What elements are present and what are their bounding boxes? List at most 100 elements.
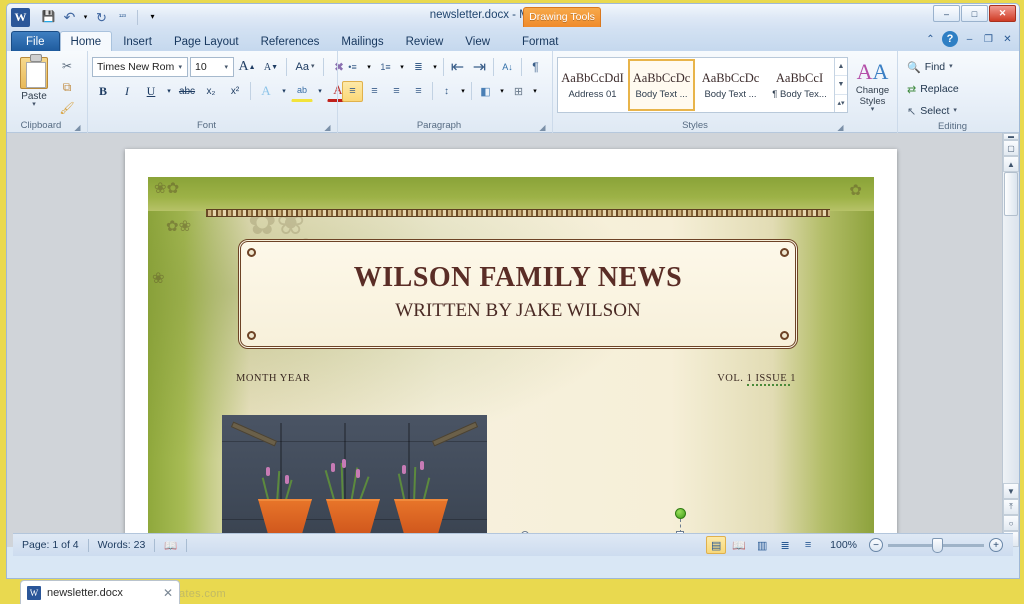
maximize-button[interactable]: □ [961, 5, 988, 22]
help-icon[interactable]: ? [942, 31, 958, 47]
paste-button[interactable]: Paste ▾ [11, 54, 57, 118]
scroll-up-button[interactable]: ▲ [1003, 156, 1019, 172]
change-styles-dropdown-icon[interactable]: ▾ [871, 106, 875, 113]
find-dropdown-icon[interactable]: ▾ [949, 63, 953, 70]
taskbar-tab-close-icon[interactable]: ✕ [163, 586, 173, 600]
change-case-icon[interactable]: Aa ▾ [291, 57, 319, 78]
zoom-thumb[interactable] [932, 537, 943, 553]
numbering-dropdown-icon[interactable]: ▾ [397, 57, 407, 78]
bullets-dropdown-icon[interactable]: ▾ [364, 57, 374, 78]
subscript-icon[interactable]: x₂ [200, 81, 222, 102]
tab-references[interactable]: References [250, 31, 331, 51]
scroll-down-button[interactable]: ▼ [1003, 483, 1019, 499]
highlight-icon[interactable]: ab [291, 81, 313, 102]
justify-icon[interactable]: ≡ [408, 81, 429, 102]
replace-button[interactable]: ⇄ Replace [902, 79, 964, 99]
tab-page-layout[interactable]: Page Layout [163, 31, 250, 51]
increase-indent-icon[interactable]: ⇥ [469, 57, 490, 78]
decrease-indent-icon[interactable]: ⇤ [447, 57, 468, 78]
proofing-errors-icon[interactable]: 📖 [155, 537, 186, 554]
change-styles-button[interactable]: AA Change Styles ▾ [852, 57, 893, 117]
style-item-address-01[interactable]: AaBbCcDdI Address 01 [559, 59, 626, 111]
numbering-icon[interactable]: 1≡ [375, 57, 396, 78]
window-minimize-icon[interactable]: – [962, 32, 977, 47]
font-size-combo[interactable]: 10 ▾ [190, 57, 234, 77]
scrollbar-thumb[interactable] [1004, 172, 1018, 216]
superscript-icon[interactable]: x² [224, 81, 246, 102]
zoom-level[interactable]: 100% [821, 537, 866, 554]
window-restore-icon[interactable]: ❐ [981, 32, 996, 47]
split-window-icon[interactable]: ▬ [1003, 133, 1019, 140]
paste-dropdown-icon[interactable]: ▾ [32, 101, 36, 108]
tab-format[interactable]: Format [511, 31, 569, 51]
window-close-icon[interactable]: ✕ [1000, 32, 1015, 47]
zoom-out-button[interactable]: − [869, 538, 883, 552]
style-item-body-text-selected[interactable]: AaBbCcDc Body Text ... [628, 59, 695, 111]
format-painter-icon[interactable]: 🖌 [57, 98, 77, 118]
grow-font-icon[interactable]: A ▲ [236, 57, 258, 78]
find-button[interactable]: 🔍 Find ▾ [902, 57, 958, 77]
word-logo-icon[interactable]: W [11, 7, 30, 27]
volume-issue-field[interactable]: VOL. 1 ISSUE 1 [717, 373, 796, 386]
newsletter-subtitle[interactable]: WRITTEN BY JAKE WILSON [241, 300, 795, 322]
highlight-dropdown-icon[interactable]: ▾ [315, 81, 325, 102]
tab-review[interactable]: Review [395, 31, 455, 51]
page-indicator[interactable]: Page: 1 of 4 [13, 537, 88, 554]
line-spacing-icon[interactable]: ↕ [436, 81, 457, 102]
newsletter-photo[interactable] [222, 415, 487, 547]
tab-file[interactable]: File [11, 31, 60, 51]
draft-view-button[interactable]: ≡ [798, 536, 818, 554]
ruler-toggle-icon[interactable]: ▢ [1003, 140, 1019, 156]
tab-insert[interactable]: Insert [112, 31, 163, 51]
scrollbar-track[interactable] [1003, 216, 1019, 483]
styles-scroll-up-icon[interactable]: ▲ [835, 58, 847, 77]
outline-view-button[interactable]: ≣ [775, 536, 795, 554]
rotate-handle[interactable] [675, 508, 686, 519]
document-page[interactable]: ❀✿ ✿❀ ❀ ✿❀ ❀ ✿ WILSON FAMILY NEWS WRITTE… [125, 149, 897, 547]
tab-mailings[interactable]: Mailings [330, 31, 394, 51]
tab-view[interactable]: View [454, 31, 501, 51]
strikethrough-icon[interactable]: abc [176, 81, 198, 102]
style-item-body-text-2[interactable]: AaBbCcDc Body Text ... [697, 59, 764, 111]
text-effects-icon[interactable]: A [255, 81, 277, 102]
clipboard-dialog-launcher-icon[interactable]: ◢ [73, 123, 82, 132]
shrink-font-icon[interactable]: A ▼ [260, 57, 282, 78]
full-screen-reading-view-button[interactable]: 📖 [729, 536, 749, 554]
web-layout-view-button[interactable]: ▥ [752, 536, 772, 554]
previous-page-button[interactable]: ⤒ [1003, 499, 1019, 515]
cut-icon[interactable]: ✂ [57, 56, 77, 76]
tab-home[interactable]: Home [59, 31, 113, 51]
align-center-icon[interactable]: ≡ [364, 81, 385, 102]
zoom-in-button[interactable]: + [989, 538, 1003, 552]
align-right-icon[interactable]: ≡ [386, 81, 407, 102]
newsletter-title[interactable]: WILSON FAMILY NEWS [241, 262, 795, 294]
redo-icon[interactable]: ↻ [92, 8, 111, 27]
font-dialog-launcher-icon[interactable]: ◢ [323, 123, 332, 132]
word-count[interactable]: Words: 23 [89, 537, 155, 554]
vertical-scrollbar[interactable]: ▬ ▢ ▲ ▼ ⤒ ○ ⤓ [1002, 133, 1019, 547]
minimize-button[interactable]: – [933, 5, 960, 22]
spelling-icon[interactable]: ¹²³ [113, 8, 132, 27]
save-icon[interactable]: 💾 [39, 8, 58, 27]
multilevel-dropdown-icon[interactable]: ▾ [430, 57, 440, 78]
styles-dialog-launcher-icon[interactable]: ◢ [836, 123, 845, 132]
styles-more-icon[interactable]: ▴▾ [835, 95, 847, 112]
select-dropdown-icon[interactable]: ▾ [953, 107, 957, 114]
collapse-ribbon-icon[interactable]: ⌃ [923, 32, 938, 47]
shading-icon[interactable]: ◧ [475, 81, 496, 102]
month-year-field[interactable]: MONTH YEAR [236, 373, 310, 384]
line-spacing-dropdown-icon[interactable]: ▾ [458, 81, 468, 102]
undo-icon[interactable]: ↶ [60, 8, 79, 27]
taskbar-tab-newsletter[interactable]: W newsletter.docx ✕ [20, 580, 180, 604]
document-canvas[interactable]: ❀✿ ✿❀ ❀ ✿❀ ❀ ✿ WILSON FAMILY NEWS WRITTE… [7, 133, 1019, 547]
sort-icon[interactable]: A↓ [497, 57, 518, 78]
undo-dropdown-icon[interactable]: ▾ [81, 8, 90, 27]
font-size-dropdown-icon[interactable]: ▾ [221, 63, 231, 71]
print-layout-view-button[interactable]: ▤ [706, 536, 727, 554]
italic-icon[interactable]: I [116, 81, 138, 102]
style-item-body-text-3[interactable]: AaBbCcI ¶ Body Tex... [766, 59, 833, 111]
copy-icon[interactable]: ⧉ [57, 77, 77, 97]
shading-dropdown-icon[interactable]: ▾ [497, 81, 507, 102]
close-button[interactable]: ✕ [989, 5, 1016, 22]
underline-icon[interactable]: U [140, 81, 162, 102]
